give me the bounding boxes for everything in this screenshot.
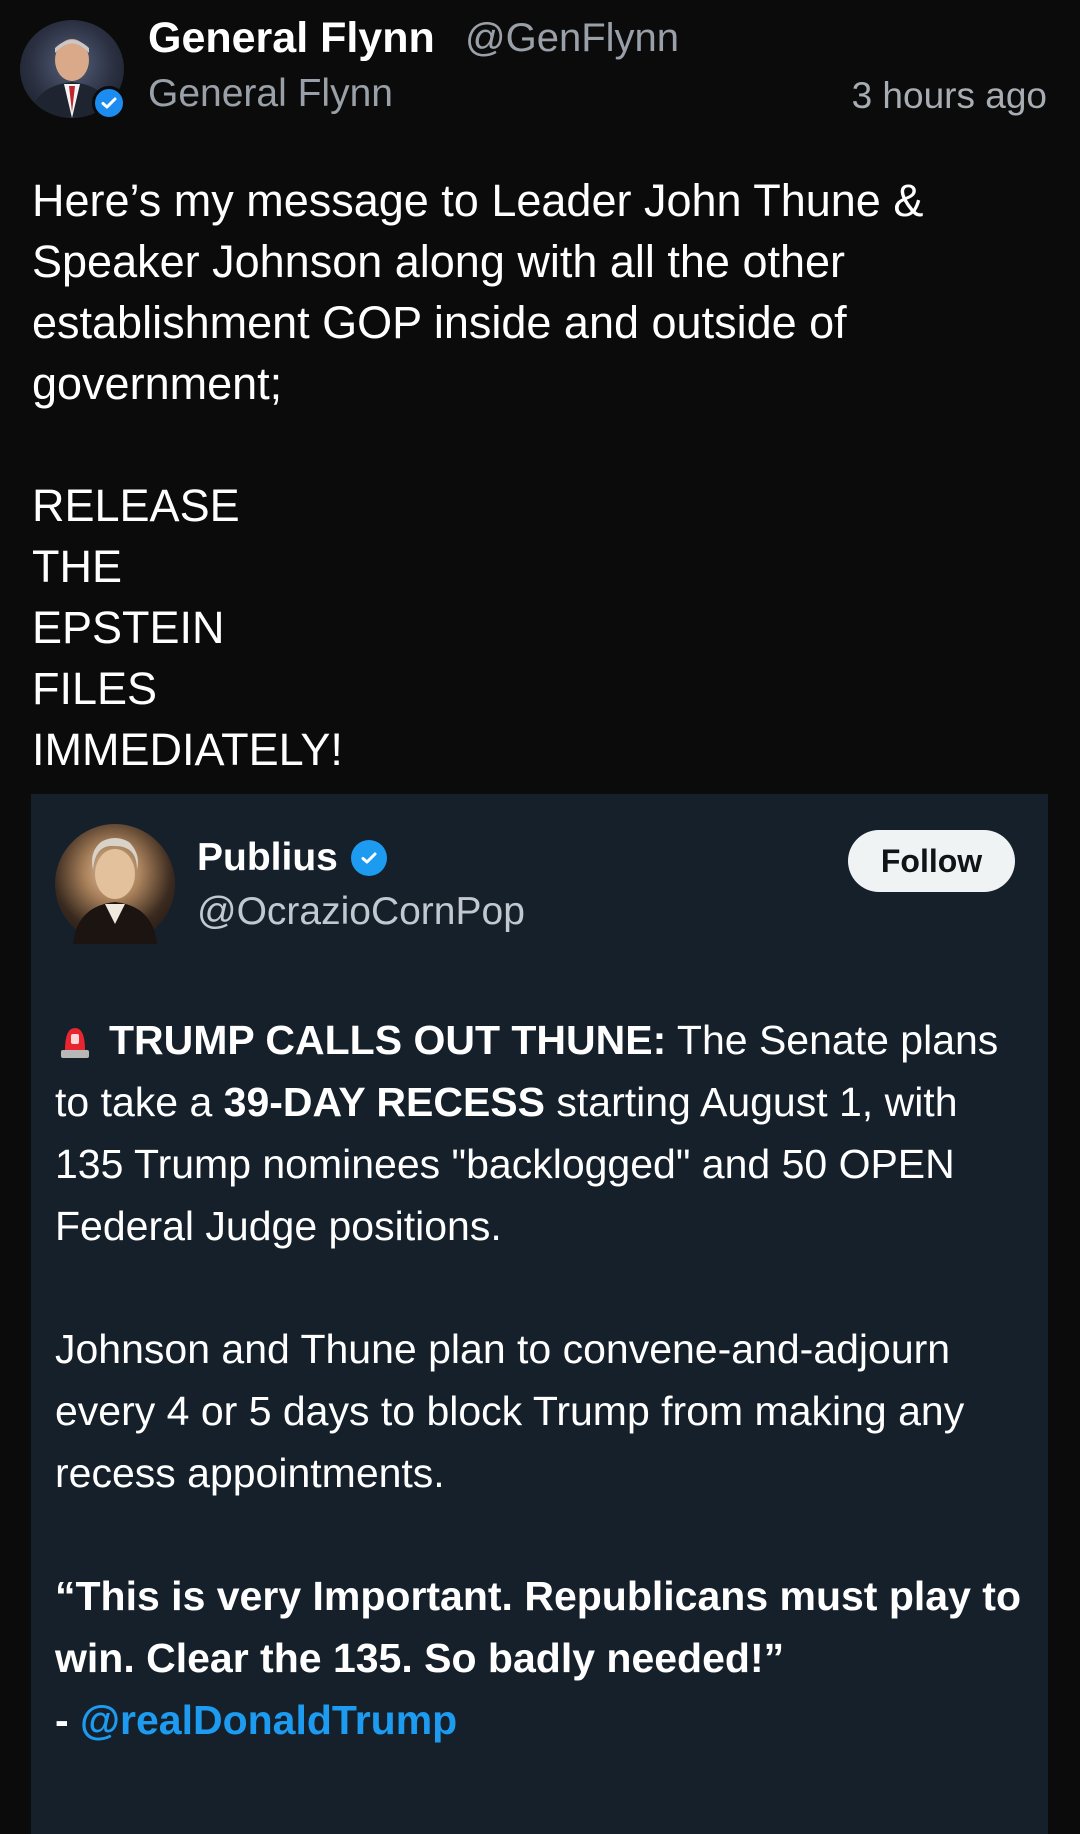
author-handle[interactable]: @GenFlynn — [465, 16, 679, 61]
shout-line: EPSTEIN — [32, 602, 225, 653]
author-sub-name: General Flynn — [148, 72, 393, 115]
verified-badge-icon — [92, 86, 126, 120]
post-timestamp[interactable]: 3 hours ago — [852, 75, 1047, 117]
post-body: Here’s my message to Leader John Thune &… — [32, 170, 1042, 780]
attribution-dash: - — [55, 1697, 81, 1743]
quoted-bold-text: 39-DAY RECESS — [223, 1079, 545, 1125]
quoted-author-handle[interactable]: @OcrazioCornPop — [197, 890, 525, 934]
quoted-post-body: TRUMP CALLS OUT THUNE: The Senate plans … — [55, 1009, 1030, 1751]
quoted-verified-badge-icon — [351, 840, 387, 876]
quoted-paragraph-2: Johnson and Thune plan to convene-and-ad… — [55, 1326, 965, 1496]
quoted-headline: TRUMP CALLS OUT THUNE: — [109, 1017, 667, 1063]
follow-button[interactable]: Follow — [848, 830, 1015, 892]
post-header: General Flynn @GenFlynn General Flynn 3 … — [0, 0, 1080, 140]
mention-link[interactable]: @realDonaldTrump — [80, 1697, 457, 1743]
post-body-line: Here’s my message to Leader John Thune & — [32, 175, 924, 226]
shout-line: FILES — [32, 663, 158, 714]
post-body-line: government; — [32, 358, 283, 409]
quoted-paragraph-3: “This is very Important. Republicans mus… — [55, 1573, 1021, 1681]
quoted-author-avatar[interactable] — [55, 824, 175, 944]
quoted-post-card[interactable]: Publius @OcrazioCornPop Follow TRUMP CAL… — [31, 794, 1048, 1834]
shout-line: THE — [32, 541, 122, 592]
post-body-line: establishment GOP inside and outside of — [32, 297, 847, 348]
rotating-light-icon — [55, 1015, 95, 1058]
quoted-paragraph-1: TRUMP CALLS OUT THUNE: The Senate plans … — [55, 1009, 1030, 1257]
author-display-name[interactable]: General Flynn — [148, 14, 435, 63]
quoted-author-name[interactable]: Publius — [197, 836, 338, 880]
shout-line: IMMEDIATELY! — [32, 724, 343, 775]
quoted-attribution: - @realDonaldTrump — [55, 1689, 1030, 1751]
post-body-line: Speaker Johnson along with all the other — [32, 236, 846, 287]
shout-line: RELEASE — [32, 480, 240, 531]
